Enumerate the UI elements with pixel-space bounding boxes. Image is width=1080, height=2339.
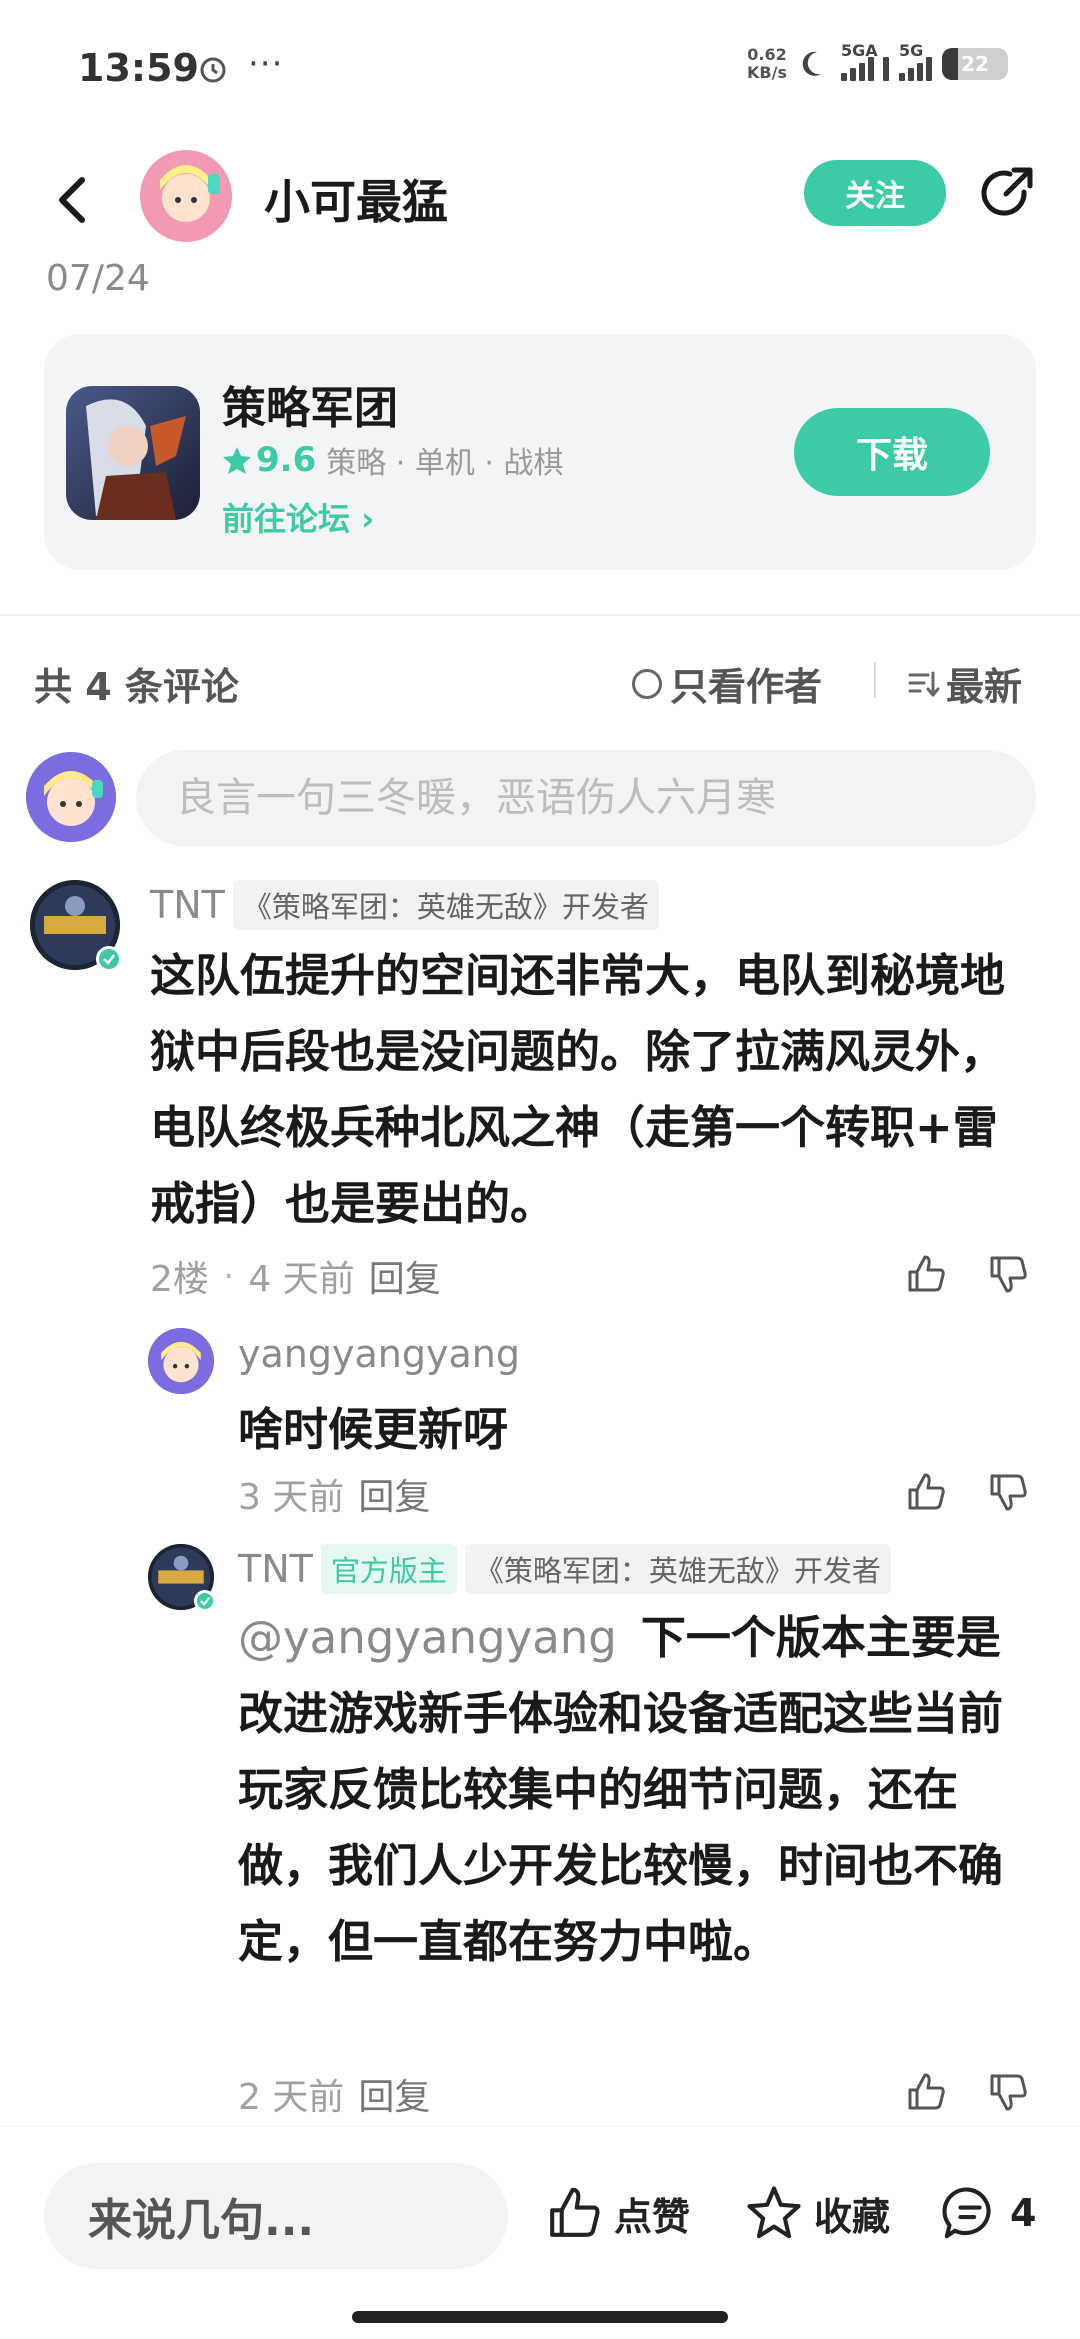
- more-notifications-icon: ···: [248, 44, 284, 84]
- status-time: 13:59: [78, 46, 199, 90]
- game-meta: 9.6 策略 · 单机 · 战棋: [222, 438, 563, 482]
- comment-input[interactable]: [136, 750, 1036, 846]
- author-name[interactable]: 小可最猛: [264, 166, 448, 232]
- divider: [0, 614, 1080, 616]
- forum-link[interactable]: 前往论坛 ›: [222, 494, 374, 540]
- thumbs-down-icon[interactable]: [986, 1470, 1030, 1514]
- thumbs-up-icon[interactable]: [904, 1470, 948, 1514]
- battery-icon: 22: [942, 48, 1008, 80]
- reply-button[interactable]: 回复: [369, 1250, 441, 1302]
- comment-time: 3 天前: [238, 1477, 345, 1518]
- comment-meta: 2楼 · 4 天前 回复: [150, 1250, 441, 1302]
- comment-text[interactable]: @yangyangyang 下一个版本主要是改进游戏新手体验和设备适配这些当前玩家…: [238, 1600, 1038, 1980]
- comment-count: 共 4 条评论: [34, 665, 239, 709]
- verified-icon: [194, 1590, 216, 1612]
- network-speed: 0.62 KB/s: [747, 45, 787, 82]
- commenter-name[interactable]: TNT: [238, 1547, 313, 1591]
- signal-icon: 5GA: [841, 41, 889, 81]
- verified-icon: [96, 946, 122, 972]
- follow-button[interactable]: 关注: [804, 160, 946, 226]
- reply-button[interactable]: 回复: [358, 1468, 430, 1520]
- comment-header: yangyangyang: [238, 1332, 520, 1376]
- author-avatar[interactable]: [140, 150, 232, 242]
- star-icon: [223, 447, 251, 474]
- author-only-toggle[interactable]: 只看作者: [632, 656, 822, 711]
- star-icon: [747, 2186, 801, 2239]
- alarm-icon: [200, 57, 226, 83]
- thumbs-up-icon[interactable]: [904, 2070, 948, 2114]
- commenter-name[interactable]: yangyangyang: [238, 1332, 520, 1376]
- signal-icon-2: 5G: [899, 41, 932, 81]
- moon-icon: [802, 51, 821, 76]
- mention-link[interactable]: @yangyangyang: [238, 1611, 617, 1664]
- comment-time: 4 天前: [248, 1259, 355, 1300]
- moderator-tag: 官方版主: [320, 1544, 457, 1594]
- game-tags: 策略 · 单机 · 战棋: [326, 446, 564, 481]
- comment-text[interactable]: 啥时候更新呀: [238, 1392, 1028, 1468]
- sort-icon: [908, 671, 940, 696]
- post-date: 07/24: [46, 258, 150, 299]
- game-rating: 9.6: [222, 440, 316, 480]
- floor-number: 2楼: [150, 1259, 209, 1300]
- commenter-avatar[interactable]: [30, 880, 122, 972]
- reply-button[interactable]: 回复: [358, 2068, 430, 2120]
- thumbs-up-icon: [550, 2187, 600, 2237]
- divider: [874, 662, 876, 698]
- developer-tag: 《策略军团：英雄无敌》开发者: [232, 880, 659, 930]
- download-button[interactable]: 下载: [794, 408, 990, 496]
- home-indicator[interactable]: [352, 2311, 728, 2323]
- thumbs-up-icon[interactable]: [904, 1252, 948, 1296]
- status-bar: 13:59 ··· 0.62 KB/s 5GA 5G 22: [0, 0, 1080, 140]
- developer-tag: 《策略军团：英雄无敌》开发者: [464, 1544, 891, 1594]
- comment-icon: [942, 2187, 991, 2239]
- game-card[interactable]: 策略军团 9.6 策略 · 单机 · 战棋 前往论坛 › 下载: [44, 334, 1036, 570]
- radio-icon: [632, 668, 662, 699]
- commenter-avatar[interactable]: [148, 1328, 214, 1394]
- comment-header: TNT 官方版主 《策略军团：英雄无敌》开发者: [238, 1544, 891, 1594]
- game-icon[interactable]: [66, 386, 200, 520]
- commenter-avatar[interactable]: [148, 1544, 216, 1612]
- sort-button[interactable]: 最新: [906, 656, 1022, 711]
- like-button[interactable]: 点赞: [544, 2183, 690, 2243]
- thumbs-down-icon[interactable]: [986, 1252, 1030, 1296]
- comment-meta: 2 天前 回复: [238, 2068, 430, 2120]
- thumbs-down-icon[interactable]: [986, 2070, 1030, 2114]
- game-title[interactable]: 策略军团: [222, 372, 398, 436]
- back-icon[interactable]: [48, 170, 98, 230]
- comment-text[interactable]: 这队伍提升的空间还非常大，电队到秘境地狱中后段也是没问题的。除了拉满风灵外，电队…: [150, 938, 1030, 1242]
- comment-time: 2 天前: [238, 2077, 345, 2118]
- comment-header: TNT 《策略军团：英雄无敌》开发者: [150, 880, 659, 930]
- share-icon[interactable]: [974, 162, 1038, 226]
- comment-meta: 3 天前 回复: [238, 1468, 430, 1520]
- commenter-name[interactable]: TNT: [150, 883, 225, 927]
- bottom-bar: 来说几句... 点赞 收藏 4: [0, 2126, 1080, 2339]
- post-header: 小可最猛 关注: [0, 140, 1080, 260]
- comments-button[interactable]: 4: [940, 2183, 1036, 2243]
- favorite-button[interactable]: 收藏: [744, 2183, 890, 2243]
- my-avatar[interactable]: [26, 752, 116, 842]
- quick-comment-input[interactable]: 来说几句...: [44, 2163, 508, 2269]
